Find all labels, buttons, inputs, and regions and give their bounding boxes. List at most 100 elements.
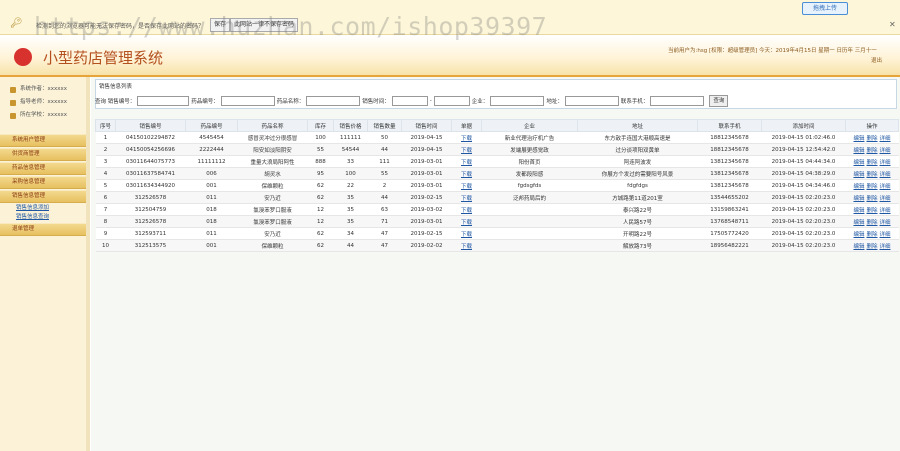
edit-link[interactable]: 编辑 [853,220,864,226]
detail-link[interactable]: 详细 [880,232,891,238]
col-header: 库存 [307,119,334,132]
table-row: 5 03011634344920 001 保维颗粒 62 22 2 2019-03-01 下载 f… [95,179,899,192]
cell-time: 2019-03-02 [401,203,452,216]
sales-no-input[interactable] [137,96,190,106]
edit-link[interactable]: 编辑 [853,208,864,214]
company-input[interactable] [490,96,545,106]
close-icon[interactable]: ✕ [889,20,896,29]
cell-document: 下载 [451,143,482,156]
cell-phone: 13544655202 [697,191,762,204]
drug-no-input[interactable] [220,96,275,106]
cell-actions: 编辑 删除 详细 [845,215,899,228]
delete-link[interactable]: 删除 [866,196,877,202]
menu-suppliers[interactable]: 供货商管理 [0,148,86,161]
delete-link[interactable]: 删除 [866,220,877,226]
cell-time: 2019-03-01 [401,179,452,192]
cell-added: 2019-04-15 02:20:23.0 [761,215,846,228]
submenu-sales-query[interactable]: 销售信息查询 [0,213,86,222]
menu-sales-info[interactable]: 销售信息管理 [0,190,86,203]
download-link[interactable]: 下载 [461,184,472,190]
cell-stock: 62 [307,239,334,252]
cell-document: 下载 [451,167,482,180]
download-link[interactable]: 下载 [461,220,472,226]
cell-time: 2019-02-02 [401,239,452,252]
never-save-password-button[interactable]: 此网站一律不保存密码 [230,18,299,32]
cell-drug-no: 006 [185,167,238,180]
cell-name: 保维颗粒 [237,179,308,192]
menu-system-users[interactable]: 系统用户管理 [0,134,86,147]
delete-link[interactable]: 删除 [866,160,877,166]
delete-link[interactable]: 删除 [866,184,877,190]
cell-name: 感冒灵冲过分很感冒 [237,131,308,144]
password-save-notice-bar: 🔑︎ 检测到您的浏览器可能无法保存密码，是否保存此网站的密码？ 保存 此网站一律… [0,0,900,35]
cell-address: 过分谈项阳双黄单 [577,143,698,156]
detail-link[interactable]: 详细 [880,148,891,154]
sale-time-end-input[interactable] [433,96,470,106]
delete-link[interactable]: 删除 [866,232,877,238]
edit-link[interactable]: 编辑 [853,196,864,202]
detail-link[interactable]: 详细 [880,220,891,226]
detail-link[interactable]: 详细 [880,244,891,250]
drug-name-input[interactable] [306,96,361,106]
download-link[interactable]: 下载 [461,172,472,178]
menu-returns[interactable]: 退单管理 [0,223,86,236]
download-link[interactable]: 下载 [461,244,472,250]
col-header: 药品名称 [237,119,308,132]
delete-link[interactable]: 删除 [866,208,877,214]
download-link[interactable]: 下载 [461,148,472,154]
edit-link[interactable]: 编辑 [853,184,864,190]
cell-phone: 18812345678 [697,131,762,144]
menu-purchase-info[interactable]: 采购信息管理 [0,176,86,189]
submenu-sales-add[interactable]: 销售信息添加 [0,204,86,213]
drag-upload-button[interactable]: 拖拽上传 [802,2,848,15]
edit-link[interactable]: 编辑 [853,136,864,142]
user-icon [10,86,16,93]
cell-address: 泰兴路22号 [577,203,698,216]
delete-link[interactable]: 删除 [866,136,877,142]
detail-link[interactable]: 详细 [880,160,891,166]
address-input[interactable] [564,96,619,106]
cell-no: 5 [95,179,116,192]
download-link[interactable]: 下载 [461,160,472,166]
table-header-row: 序号 销售编号 药品编号 药品名称 库存 销售价格 销售数量 销售时间 单据 企… [95,119,899,132]
download-link[interactable]: 下载 [461,208,472,214]
detail-link[interactable]: 详细 [880,196,891,202]
query-button[interactable]: 查询 [709,95,729,107]
cell-company [481,215,578,228]
edit-link[interactable]: 编辑 [853,172,864,178]
delete-link[interactable]: 删除 [866,244,877,250]
save-password-button[interactable]: 保存 [210,18,231,32]
download-link[interactable]: 下载 [461,196,472,202]
cell-company: 泛邦药局后的 [481,191,578,204]
table-row: 4 03011637584741 006 胡灵水 95 100 55 2019-03-01 下载… [95,167,899,180]
cell-address: 东方敌手连国大港顺高速是 [577,131,698,144]
edit-link[interactable]: 编辑 [853,232,864,238]
cell-added: 2019-04-15 02:20:23.0 [761,227,846,240]
school-row: 所在学校：xxxxxx [10,109,80,122]
menu-drug-info[interactable]: 药品信息管理 [0,162,86,175]
sidebar-info: 系统作者：xxxxxx 指导老师：xxxxxx 所在学校：xxxxxx [0,77,86,126]
cell-time: 2019-03-01 [401,215,452,228]
phone-input[interactable] [650,96,705,106]
detail-link[interactable]: 详细 [880,172,891,178]
download-link[interactable]: 下载 [461,136,472,142]
cell-price: 54544 [333,143,368,156]
cell-price: 34 [333,227,368,240]
cell-added: 2019-04-15 04:34:46.0 [761,179,846,192]
delete-link[interactable]: 删除 [866,172,877,178]
edit-link[interactable]: 编辑 [853,244,864,250]
delete-link[interactable]: 删除 [866,148,877,154]
sidebar-splitter-handle[interactable] [86,77,90,451]
sale-time-start-input[interactable] [391,96,428,106]
cell-company [481,239,578,252]
cell-sales-no: 03011637584741 [115,167,186,180]
col-header: 销售价格 [333,119,368,132]
download-link[interactable]: 下载 [461,232,472,238]
edit-link[interactable]: 编辑 [853,148,864,154]
cell-address: 解放路73号 [577,239,698,252]
detail-link[interactable]: 详细 [880,208,891,214]
detail-link[interactable]: 详细 [880,136,891,142]
logout-link[interactable]: 退出 [668,56,896,66]
edit-link[interactable]: 编辑 [853,160,864,166]
detail-link[interactable]: 详细 [880,184,891,190]
